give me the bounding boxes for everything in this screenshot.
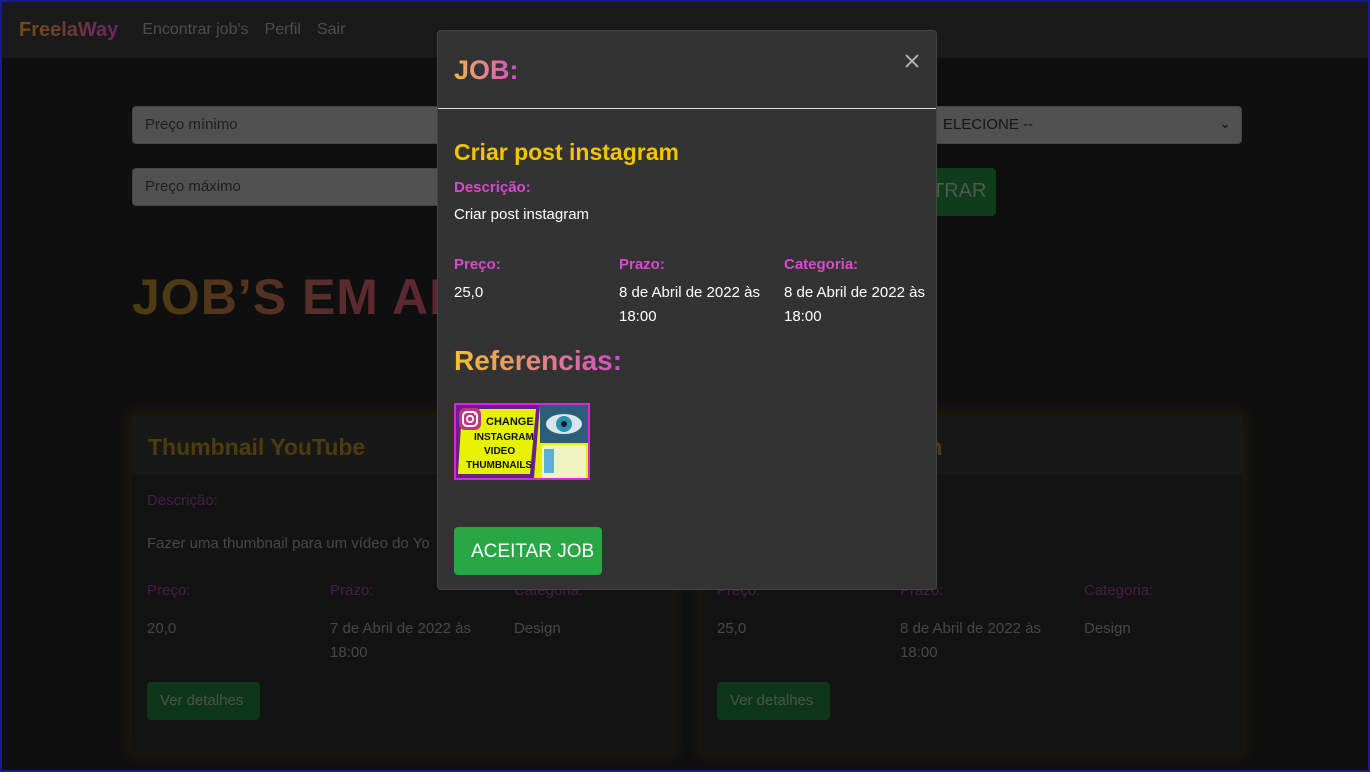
modal-header: JOB: <box>438 31 936 109</box>
modal-deadline-label: Prazo: <box>619 256 665 273</box>
svg-text:INSTAGRAM: INSTAGRAM <box>474 432 534 443</box>
modal-price-label: Preço: <box>454 256 501 273</box>
job-name: Criar post instagram <box>454 139 679 165</box>
accept-job-button[interactable]: ACEITAR JOB <box>454 527 602 575</box>
modal-category-label: Categoria: <box>784 256 859 273</box>
svg-text:THUMBNAILS: THUMBNAILS <box>466 460 532 471</box>
modal-desc-label: Descrição: <box>454 179 531 196</box>
reference-thumbnail: CHANGE INSTAGRAM VIDEO THUMBNAILS <box>456 405 588 478</box>
modal-desc: Criar post instagram <box>454 206 590 223</box>
references-title: Referencias: <box>454 345 623 376</box>
modal-title: JOB: <box>454 55 519 85</box>
modal-price: 25,0 <box>454 284 484 301</box>
reference-image[interactable]: CHANGE INSTAGRAM VIDEO THUMBNAILS <box>454 403 590 480</box>
close-icon[interactable] <box>904 53 920 69</box>
modal-deadline: 8 de Abril de 2022 às 18:00 <box>619 284 760 325</box>
svg-text:VIDEO: VIDEO <box>484 446 515 457</box>
svg-text:CHANGE: CHANGE <box>486 416 534 428</box>
modal-category: 8 de Abril de 2022 às 18:00 <box>784 284 925 325</box>
job-modal: JOB: Criar post instagram Descrição: Cri… <box>437 30 937 590</box>
